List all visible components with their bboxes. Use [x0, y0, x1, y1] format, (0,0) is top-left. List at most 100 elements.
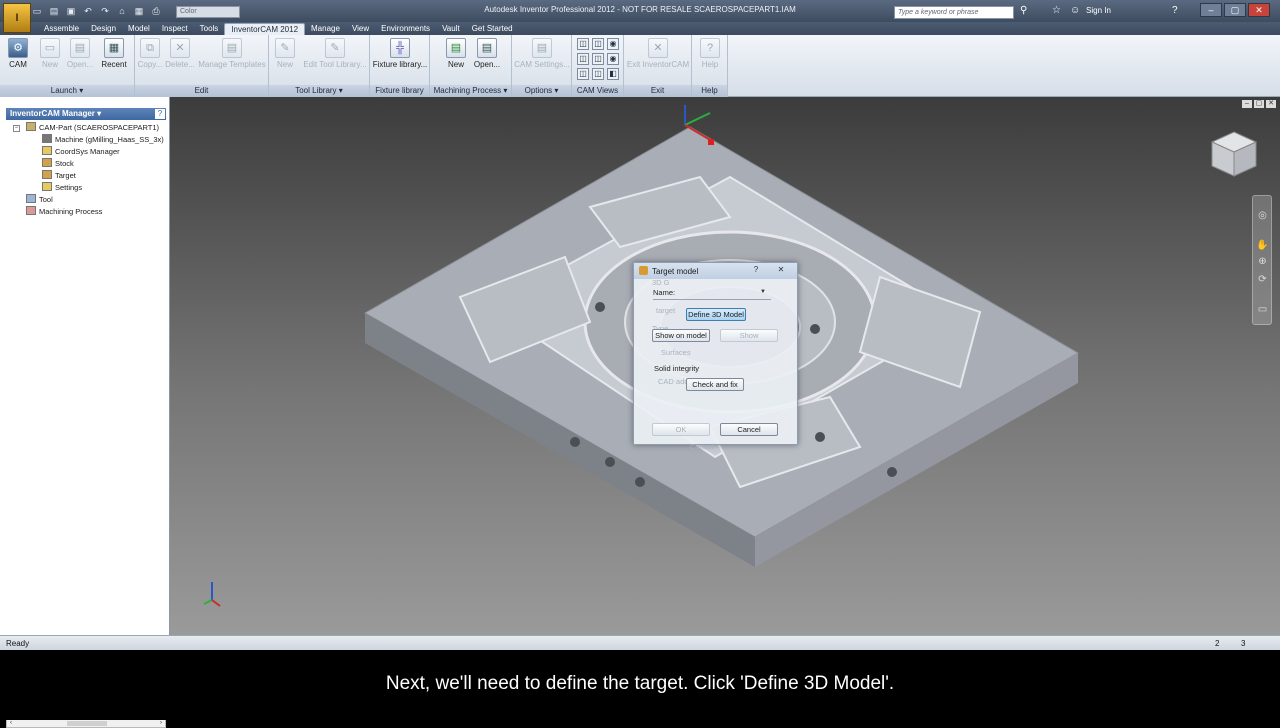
minimize-button[interactable]: – [1200, 3, 1222, 17]
machining-process-new-button[interactable]: ▤ New [442, 38, 470, 69]
application-menu-button[interactable]: I [3, 3, 31, 33]
binoculars-icon[interactable]: ⚲ [1020, 5, 1027, 16]
new-file-icon[interactable]: ▭ [30, 4, 44, 18]
tool-library-panel-title[interactable]: Tool Library ▾ [269, 85, 369, 97]
help-search-input[interactable]: Type a keyword or phrase [894, 6, 1014, 19]
steering-wheel-icon[interactable]: ◎ [1256, 210, 1269, 222]
scroll-left-icon[interactable]: ‹ [7, 720, 15, 727]
tab-assemble[interactable]: Assemble [38, 23, 85, 35]
tab-environments[interactable]: Environments [375, 23, 436, 35]
look-at-icon[interactable]: ▭ [1256, 304, 1269, 316]
machining-process-panel-title[interactable]: Machining Process ▾ [430, 85, 511, 97]
ok-button[interactable]: OK [652, 423, 710, 436]
tab-get-started[interactable]: Get Started [466, 23, 519, 35]
view-orbit-icon[interactable]: ◉ [607, 53, 619, 65]
scroll-right-icon[interactable]: › [157, 720, 165, 727]
redo-icon[interactable]: ↷ [98, 4, 112, 18]
dialog-help-button[interactable]: ? [751, 265, 761, 275]
view-back-icon[interactable]: ◫ [592, 68, 604, 80]
tab-design[interactable]: Design [85, 23, 122, 35]
star-icon[interactable]: ☆ [1052, 5, 1061, 16]
define-3d-model-button[interactable]: Define 3D Model [686, 308, 746, 321]
open-file-icon[interactable]: ▤ [47, 4, 61, 18]
tree-item-tool[interactable]: Tool [26, 194, 53, 206]
view-iso-icon[interactable]: ◫ [577, 38, 589, 50]
save-icon[interactable]: ▣ [64, 4, 78, 18]
tab-tools[interactable]: Tools [194, 23, 225, 35]
pan-icon[interactable]: ✋ [1256, 240, 1269, 252]
tool-library-new-label: New [276, 60, 293, 69]
color-dropdown[interactable]: Color [176, 6, 240, 18]
tree-item-coordsys[interactable]: CoordSys Manager [42, 146, 120, 158]
tab-view[interactable]: View [346, 23, 375, 35]
cancel-button[interactable]: Cancel [720, 423, 778, 436]
collapse-icon[interactable]: − [13, 125, 20, 132]
viewport-close-button[interactable]: ✕ [1266, 100, 1276, 108]
quick-access-toolbar: ▭ ▤ ▣ ↶ ↷ ⌂ ▦ ⎙ [30, 4, 163, 18]
view-left-icon[interactable]: ◫ [577, 68, 589, 80]
copy-button[interactable]: ⧉ Copy... [137, 38, 163, 69]
edit-tool-library-button[interactable]: ✎ Edit Tool Library... [301, 38, 369, 69]
inventorcam-manager-panel: InventorCAM Manager ▾ ? − CAM-Part (SCAE… [0, 97, 170, 728]
exit-inventorcam-button[interactable]: ✕ Exit InventorCAM [626, 38, 690, 69]
properties-icon[interactable]: ▦ [132, 4, 146, 18]
tree-item-label: Stock [55, 159, 74, 168]
tree-item-machining-process[interactable]: Machining Process [26, 206, 102, 218]
tab-manage[interactable]: Manage [305, 23, 346, 35]
view-top-icon[interactable]: ◫ [577, 53, 589, 65]
view-front-icon[interactable]: ◫ [592, 38, 604, 50]
home-icon[interactable]: ⌂ [115, 4, 129, 18]
tab-vault[interactable]: Vault [436, 23, 466, 35]
cam-settings-button[interactable]: ▤ CAM Settings... [513, 38, 571, 69]
viewport-restore-button[interactable]: ▢ [1254, 100, 1264, 108]
tree-item-label: Target [55, 171, 76, 180]
machining-process-open-button[interactable]: ▤ Open... [472, 38, 502, 69]
machining-process-icon [26, 206, 36, 215]
tool-library-new-button[interactable]: ✎ New [271, 38, 299, 69]
cam-button[interactable]: ⚙ CAM [4, 38, 32, 69]
view-rotate-icon[interactable]: ◉ [607, 38, 619, 50]
tree-item-target[interactable]: Target [42, 170, 76, 182]
sidebar-horizontal-scrollbar[interactable]: ‹ › [6, 719, 166, 728]
view-zoom-icon[interactable]: ◧ [607, 68, 619, 80]
viewcube-icon[interactable] [1210, 130, 1258, 178]
tree-item-settings[interactable]: Settings [42, 182, 82, 194]
name-label: Name: [653, 288, 676, 297]
dropdown-arrow-icon[interactable]: ▼ [760, 289, 766, 295]
options-panel-title[interactable]: Options ▾ [512, 85, 571, 97]
tab-inventorcam[interactable]: InventorCAM 2012 [224, 23, 306, 35]
maximize-button[interactable]: ▢ [1224, 3, 1246, 17]
tree-item-machine[interactable]: Machine (gMilling_Haas_SS_3x) [42, 134, 164, 146]
new-cam-part-button[interactable]: ▭ New [36, 38, 64, 69]
sidebar-help-icon[interactable]: ? [155, 109, 165, 119]
help-button[interactable]: ? Help [696, 38, 724, 69]
view-right-icon[interactable]: ◫ [592, 53, 604, 65]
scroll-thumb[interactable] [67, 721, 107, 726]
name-combo-box[interactable]: Name: [653, 287, 771, 300]
show-button[interactable]: Show [720, 329, 778, 342]
print-icon[interactable]: ⎙ [149, 4, 163, 18]
open-cam-part-button[interactable]: ▤ Open... [64, 38, 96, 69]
orbit-icon[interactable]: ⟳ [1256, 274, 1269, 286]
delete-button[interactable]: ✕ Delete... [165, 38, 195, 69]
launch-panel-title[interactable]: Launch ▾ [0, 85, 134, 97]
viewport-minimize-button[interactable]: – [1242, 100, 1252, 108]
manage-templates-button[interactable]: ▤ Manage Templates [197, 38, 267, 69]
inventorcam-manager-header[interactable]: InventorCAM Manager ▾ [6, 108, 166, 120]
show-on-model-button[interactable]: Show on model [652, 329, 710, 342]
tutorial-caption: Next, we'll need to define the target. C… [0, 650, 1280, 720]
recent-button[interactable]: ▦ Recent [98, 38, 130, 69]
check-and-fix-button[interactable]: Check and fix [686, 378, 744, 391]
tab-model[interactable]: Model [122, 23, 156, 35]
dialog-close-button[interactable]: ✕ [774, 265, 788, 275]
tree-item-stock[interactable]: Stock [42, 158, 74, 170]
tab-inspect[interactable]: Inspect [156, 23, 194, 35]
close-button[interactable]: ✕ [1248, 3, 1270, 17]
status-text: Ready [6, 639, 30, 648]
zoom-icon[interactable]: ⊕ [1256, 256, 1269, 268]
sign-in-link[interactable]: Sign In [1086, 6, 1111, 15]
undo-icon[interactable]: ↶ [81, 4, 95, 18]
tree-item-cam-part[interactable]: CAM-Part (SCAEROSPACEPART1) [26, 122, 159, 134]
help-icon[interactable]: ? [1172, 5, 1178, 16]
fixture-library-button[interactable]: ╬ Fixture library... [371, 38, 429, 69]
